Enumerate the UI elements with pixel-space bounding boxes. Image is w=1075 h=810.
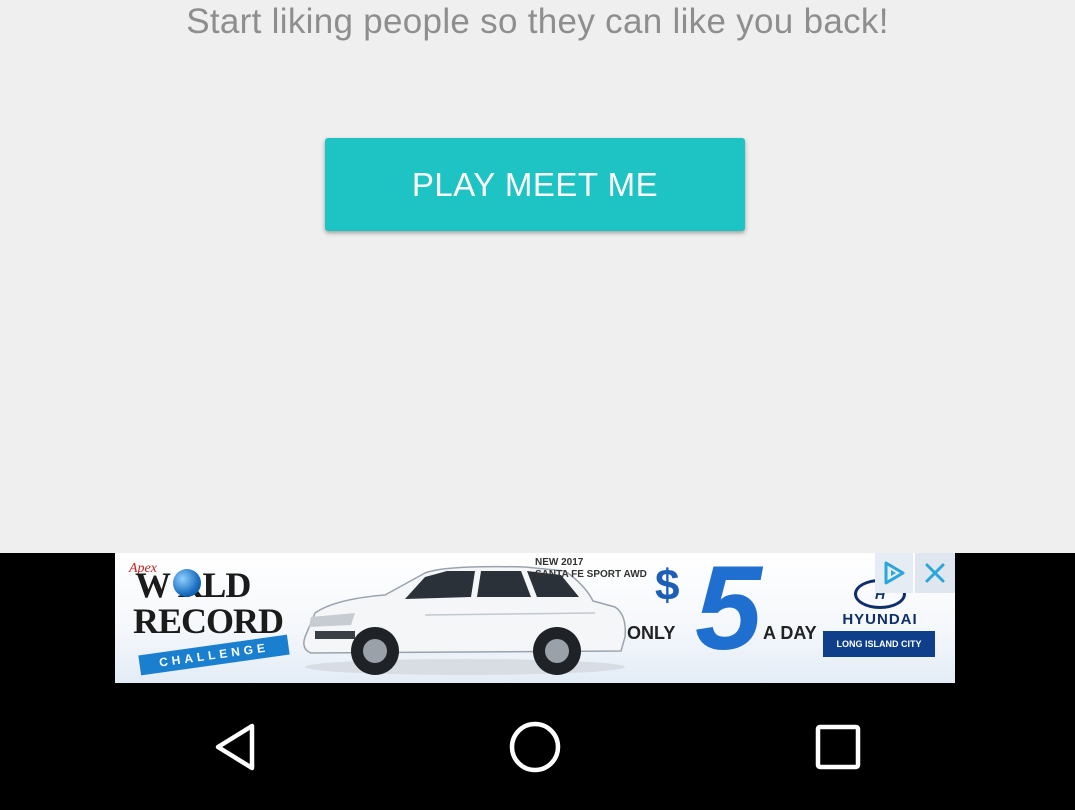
ad-price-number: 5 bbox=[695, 553, 762, 675]
recents-square-icon bbox=[815, 724, 861, 770]
home-circle-icon bbox=[509, 721, 561, 773]
ad-choices-button[interactable] bbox=[875, 553, 913, 593]
ad-price-symbol: $ bbox=[655, 561, 680, 610]
ad-banner[interactable]: Apex W RLD RECORD CHALLENGE NEW 2017 SAN… bbox=[115, 553, 955, 683]
ad-close-button[interactable] bbox=[915, 553, 955, 593]
system-navigation-bar bbox=[0, 683, 1075, 810]
page-subtitle: Start liking people so they can like you… bbox=[186, 2, 889, 41]
nav-home-button[interactable] bbox=[505, 719, 565, 775]
back-triangle-icon bbox=[215, 723, 255, 771]
ad-model-line1: NEW 2017 bbox=[535, 557, 584, 568]
nav-back-button[interactable] bbox=[205, 719, 265, 775]
ad-title-line2: RECORD bbox=[133, 601, 284, 641]
ad-price-suffix: A DAY bbox=[763, 623, 817, 643]
play-meet-me-button[interactable]: PLAY MEET ME bbox=[325, 138, 745, 231]
play-triangle-icon bbox=[884, 561, 905, 585]
ad-price-prefix: ONLY bbox=[627, 623, 676, 643]
ad-world-record-logo: Apex W RLD RECORD CHALLENGE bbox=[129, 559, 290, 677]
close-icon bbox=[925, 563, 945, 583]
globe-icon bbox=[173, 569, 201, 597]
ad-brand-name: HYUNDAI bbox=[842, 611, 918, 628]
ad-model-line2: SANTA FE SPORT AWD bbox=[535, 569, 647, 580]
ad-strip: Apex W RLD RECORD CHALLENGE NEW 2017 SAN… bbox=[0, 553, 1075, 683]
main-content: Start liking people so they can like you… bbox=[0, 0, 1075, 553]
ad-model-text: NEW 2017 SANTA FE SPORT AWD bbox=[535, 557, 647, 581]
ad-dealer-name: LONG ISLAND CITY bbox=[823, 631, 935, 657]
nav-recents-button[interactable] bbox=[808, 719, 868, 775]
